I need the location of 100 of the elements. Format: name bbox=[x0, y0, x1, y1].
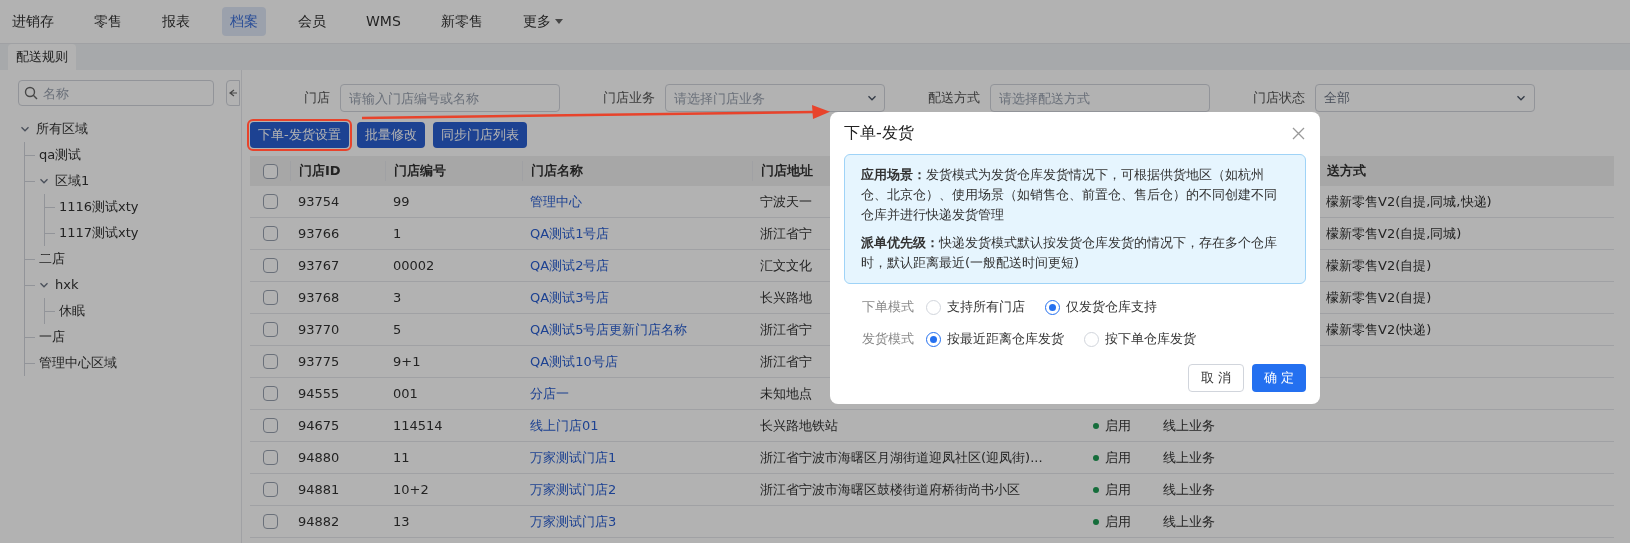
info-paragraph: 应用场景：发货模式为发货仓库发货情况下，可根据供货地区（如杭州仓、北京仓）、使用场景（如销售仓、前置仓、售后仓）的不同创建不同仓库并进行快递发货管理 bbox=[861, 166, 1278, 224]
checkbox[interactable] bbox=[262, 482, 278, 497]
table-cell: 长兴路地 bbox=[760, 289, 812, 305]
chevron-icon[interactable] bbox=[20, 124, 30, 134]
table-cell: 94882 bbox=[298, 513, 340, 529]
radio-option[interactable]: 按下单仓库发货 bbox=[1084, 329, 1196, 349]
action-button[interactable]: 批量修改 bbox=[356, 122, 425, 148]
tree-item[interactable]: 休眠 bbox=[59, 301, 85, 321]
tree-item[interactable]: 区域1 bbox=[55, 171, 90, 191]
checkbox[interactable] bbox=[262, 354, 278, 369]
table-cell: 线上业务 bbox=[1163, 481, 1215, 497]
table-cell: 93768 bbox=[298, 289, 340, 305]
filter-label: 配送方式 bbox=[927, 89, 980, 108]
table-cell: 檬新零售V2(自提,同城,快递) bbox=[1326, 193, 1492, 209]
nav-tab[interactable]: 会员 bbox=[290, 7, 334, 36]
table-cell: 93766 bbox=[298, 225, 340, 241]
nav-tab[interactable]: WMS bbox=[358, 7, 409, 36]
chevron-down-icon[interactable] bbox=[867, 93, 877, 103]
tree-item[interactable]: 1117测试xty bbox=[59, 223, 139, 243]
info-paragraph: 派单优先级：快递发货模式默认按发货仓库发货的情况下，存在多个仓库时，默认距离最近(一般配送时间更短) bbox=[861, 234, 1278, 272]
checkbox[interactable] bbox=[262, 322, 278, 337]
tree-item[interactable]: 一店 bbox=[39, 327, 65, 347]
column-header: 送方式 bbox=[1327, 163, 1366, 179]
select-field[interactable]: 全部 bbox=[1315, 84, 1535, 112]
chevron-icon[interactable] bbox=[39, 280, 49, 290]
table-cell: 94881 bbox=[298, 481, 340, 497]
status-text: 启用 bbox=[1105, 448, 1131, 467]
table-cell: 宁波天一 bbox=[760, 193, 812, 209]
table-cell: 3 bbox=[393, 289, 402, 305]
nav-tab[interactable]: 进销存 bbox=[4, 7, 62, 36]
store-name-link[interactable]: 万家测试门店1 bbox=[530, 449, 617, 465]
nav-tab[interactable]: 零售 bbox=[86, 7, 130, 36]
radio-option[interactable]: 按最近距离仓库发货 bbox=[926, 329, 1064, 349]
table-cell: 11 bbox=[393, 449, 410, 465]
table-cell: 浙江省宁波市海曙区月湖街道迎凤社区(迎凤街)... bbox=[760, 449, 1043, 465]
table-cell: 浙江省宁 bbox=[760, 225, 812, 241]
cancel-button[interactable]: 取 消 bbox=[1187, 364, 1244, 392]
checkbox[interactable] bbox=[262, 258, 278, 273]
checkbox[interactable] bbox=[262, 226, 278, 241]
search-field[interactable]: 名称 bbox=[18, 80, 214, 106]
table-cell: 长兴路地铁站 bbox=[760, 417, 838, 433]
store-name-link[interactable]: QA测试1号店 bbox=[530, 225, 610, 241]
checkbox[interactable] bbox=[262, 450, 278, 465]
nav-tab[interactable]: 报表 bbox=[154, 7, 198, 36]
tree-item[interactable]: hxk bbox=[55, 275, 79, 295]
store-name-link[interactable]: QA测试5号店更新门店名称 bbox=[530, 321, 688, 337]
checkbox[interactable] bbox=[262, 290, 278, 305]
filter-label: 门店状态 bbox=[1252, 89, 1305, 108]
store-name-link[interactable]: QA测试10号店 bbox=[530, 353, 618, 369]
table-cell: 93754 bbox=[298, 193, 340, 209]
table-cell: 94880 bbox=[298, 449, 340, 465]
table-cell: 13 bbox=[393, 513, 410, 529]
collapse-icon bbox=[229, 89, 237, 97]
checkbox[interactable] bbox=[262, 418, 278, 433]
table-cell: 线上业务 bbox=[1163, 513, 1215, 529]
table-cell: 未知地点 bbox=[760, 385, 812, 401]
store-name-link[interactable]: QA测试2号店 bbox=[530, 257, 610, 273]
store-name-link[interactable]: 线上门店01 bbox=[530, 417, 599, 433]
radio-option[interactable]: 仅发货仓库支持 bbox=[1045, 297, 1157, 317]
confirm-button[interactable]: 确 定 bbox=[1251, 364, 1306, 392]
action-button[interactable]: 同步门店列表 bbox=[432, 122, 527, 148]
store-name-link[interactable]: 万家测试门店2 bbox=[530, 481, 617, 497]
store-name-link[interactable]: 分店一 bbox=[530, 385, 569, 401]
table-cell: 93770 bbox=[298, 321, 340, 337]
tree-item[interactable]: 二店 bbox=[39, 249, 65, 269]
status-text: 启用 bbox=[1105, 512, 1131, 531]
status-text: 启用 bbox=[1105, 480, 1131, 499]
chevron-icon[interactable] bbox=[39, 176, 49, 186]
table-cell: 99 bbox=[393, 193, 410, 209]
chevron-down-icon[interactable] bbox=[1516, 93, 1526, 103]
close-button[interactable] bbox=[1290, 125, 1306, 141]
table-cell: 檬新零售V2(自提) bbox=[1326, 257, 1432, 273]
action-button[interactable]: 下单-发货设置 bbox=[250, 122, 349, 148]
nav-tab[interactable]: 更多 bbox=[514, 7, 571, 36]
input-field[interactable]: 请输入门店编号或名称 bbox=[340, 84, 560, 112]
collapse-button[interactable] bbox=[226, 80, 240, 106]
nav-tab[interactable]: 新零售 bbox=[432, 7, 491, 36]
select-field[interactable]: 请选择门店业务 bbox=[665, 84, 885, 112]
page-tab[interactable]: 配送规则 bbox=[8, 44, 76, 70]
field-label: 下单模式 bbox=[862, 298, 914, 317]
input-field[interactable]: 请选择配送方式 bbox=[990, 84, 1210, 112]
checkbox[interactable] bbox=[262, 514, 278, 529]
column-header: 门店编号 bbox=[394, 163, 446, 179]
tree-item[interactable]: 1116测试xty bbox=[59, 197, 139, 217]
checkbox[interactable] bbox=[262, 194, 278, 209]
table-cell: 10+2 bbox=[393, 481, 429, 497]
tree-item[interactable]: qa测试 bbox=[39, 145, 82, 165]
store-name-link[interactable]: 万家测试门店3 bbox=[530, 513, 617, 529]
checkbox[interactable] bbox=[262, 386, 278, 401]
store-name-link[interactable]: QA测试3号店 bbox=[530, 289, 610, 305]
table-cell: 114514 bbox=[393, 417, 443, 433]
radio-option[interactable]: 支持所有门店 bbox=[926, 297, 1025, 317]
tree-item[interactable]: 所有区域 bbox=[36, 119, 88, 139]
table-cell: 00002 bbox=[393, 257, 435, 273]
tree-item[interactable]: 管理中心区域 bbox=[39, 353, 117, 373]
store-name-link[interactable]: 管理中心 bbox=[530, 193, 582, 209]
checkbox[interactable] bbox=[262, 163, 278, 179]
column-header: 门店ID bbox=[299, 163, 341, 179]
table-cell: 94555 bbox=[298, 385, 340, 401]
modal-title: 下单-发货 bbox=[844, 122, 914, 144]
